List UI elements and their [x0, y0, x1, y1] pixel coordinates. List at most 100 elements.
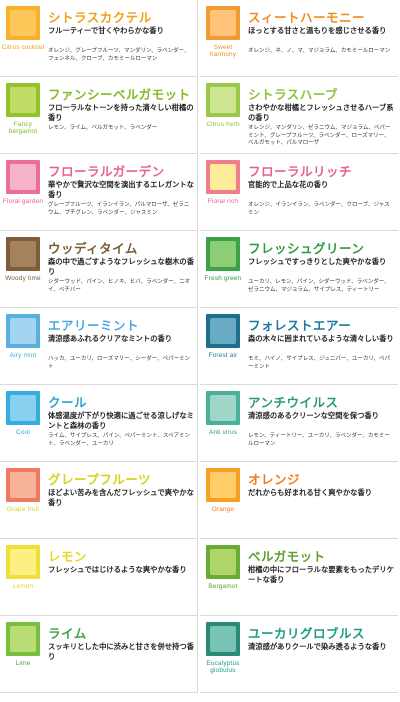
aroma-japanese-name: フレッシュグリーン [248, 241, 365, 256]
aroma-thumbnail-image [10, 87, 36, 113]
aroma-japanese-name: ライム [48, 626, 87, 641]
aroma-thumbnail-image [10, 164, 36, 190]
aroma-description: 森の木々に囲まれているような清々しい香り [248, 334, 394, 343]
aroma-ingredients: オレンジ、マンダリン、ゼラニウム、マジョラム、ペパーミント、グレープフルーツ、ラ… [248, 125, 391, 146]
aroma-description: 森の中で過ごすようなフレッシュな樹木の香り [48, 257, 195, 276]
aroma-description: 柑橘の中にフローラルな要素をもったデリケートな香り [248, 565, 394, 584]
aroma-english-name: Citrus cocktail [1, 44, 45, 51]
aroma-thumbnail-image [210, 626, 236, 652]
aroma-thumbnail [6, 160, 40, 194]
aroma-thumbnail-image [210, 472, 236, 498]
aroma-thumbnail-image [10, 549, 36, 575]
aroma-japanese-name: フローラルガーデン [48, 164, 165, 179]
aroma-japanese-name: クール [48, 395, 88, 410]
aroma-english-name: Airy mint [9, 352, 37, 359]
aroma-description: フレッシュではじけるような爽やかな香り [48, 565, 187, 574]
aroma-catalog: Citrus cocktail シトラスカクテル フルーティーで甘くやわらかな香りオ… [0, 0, 400, 702]
aroma-thumbnail-image [210, 318, 236, 344]
aroma-item: Anti virus アンチウイルス 清涼感のあるクリーンな空間を保つ香り レモン、テ… [200, 385, 398, 462]
aroma-thumbnail [206, 314, 240, 348]
aroma-thumbnail [206, 468, 240, 502]
aroma-japanese-name: ベルガモット [248, 549, 326, 564]
aroma-thumbnail-image [210, 395, 236, 421]
aroma-item: Floral garden フローラルガーデン 華やかで贅沢な空間を演出するエレガン… [0, 154, 198, 231]
aroma-description: ほっとする甘さと温もりを感じさせる香り [248, 26, 387, 35]
aroma-english-name: Bergamot [208, 583, 238, 590]
aroma-thumbnail-image [210, 10, 236, 36]
left-column: Citrus cocktail シトラスカクテル フルーティーで甘くやわらかな香りオ… [0, 0, 200, 693]
aroma-ingredients: オレンジ、イランイラン、ラベンダー、クローブ、ジャスミン [248, 202, 390, 216]
aroma-english-name: Cool [16, 429, 30, 436]
aroma-description: さわやかな柑橘とフレッシュさせるハーブ系の香り [248, 103, 394, 122]
aroma-japanese-name: スィートハーモニー [248, 10, 366, 25]
aroma-japanese-name: フローラルリッチ [248, 164, 353, 179]
aroma-description: スッキリとした中に渋みと甘さを併せ持つ香り [48, 642, 194, 661]
aroma-english-name: Lemon [12, 583, 34, 590]
aroma-description: フルーティーで甘くやわらかな香り [48, 26, 164, 35]
aroma-description: フローラルなトーンを持った清々しい柑橘の香り [48, 103, 194, 122]
aroma-thumbnail-image [210, 164, 236, 190]
aroma-ingredients: ライム、サイプレス、パイン、ペパーミント、スペアミント、ラベンダー、ユーカリ [48, 433, 190, 447]
aroma-item: Fancy bergamot ファンシーベルガモット フローラルなトーンを持った清々… [0, 77, 198, 154]
aroma-thumbnail [6, 237, 40, 271]
aroma-thumbnail [6, 622, 40, 656]
aroma-thumbnail-image [10, 472, 36, 498]
aroma-description: だれからも好まれる甘く爽やかな香り [248, 488, 373, 497]
aroma-item: Citrus herb シトラスハーブ さわやかな柑橘とフレッシュさせるハーブ系の香… [200, 77, 398, 154]
aroma-ingredients: オレンジ、ネ、ノ、マ、マジョラム、カモミールローマン [248, 48, 391, 54]
aroma-japanese-name: ファンシーベルガモット [48, 87, 191, 102]
aroma-thumbnail [6, 314, 40, 348]
aroma-item: Airy mint エアリーミント 清涼感あふれるクリアなミントの香り ハッカ、ユーカ… [0, 308, 198, 385]
aroma-item: Floral rich フローラルリッチ 官能的で上品な花の香りオレンジ、イランイラ… [200, 154, 398, 231]
right-column: Sweet harmony スィートハーモニー ほっとする甘さと温もりを感じさせる香… [200, 0, 400, 693]
aroma-description: 官能的で上品な花の香り [248, 180, 329, 189]
aroma-thumbnail-image [10, 395, 36, 421]
aroma-ingredients: グレープフルーツ、イランイラン、パルマローザ、ゼラニウム、プチグレン、ラベンダー… [48, 202, 190, 216]
aroma-thumbnail-image [210, 549, 236, 575]
aroma-thumbnail [206, 6, 240, 40]
aroma-description: 清涼感のあるクリーンな空間を保つ香り [248, 411, 379, 420]
aroma-thumbnail-image [10, 318, 36, 344]
aroma-item: Fresh green フレッシュグリーン フレッシュですっきりとした爽やかな香りユ… [200, 231, 398, 308]
aroma-item: Eucalyptus globulus ユーカリグロブルス 清涼感がありクールで染み… [200, 616, 398, 693]
aroma-description: 体感温度が下がり快適に過ごせる涼しげなミントと森林の香り [48, 411, 194, 430]
aroma-ingredients: レモン、ライム、ベルガモット、ラベンダー [48, 125, 158, 131]
aroma-japanese-name: フォレストエアー [248, 318, 352, 333]
aroma-item: Grape fruit グレープフルーツ ほどよい苦みを含んだフレッシュで爽やかな香… [0, 462, 198, 539]
aroma-japanese-name: ユーカリグロブルス [248, 626, 366, 641]
aroma-ingredients: シダーウッド、パイン、ヒノキ、ヒバ、ラベンダー、ニオイ、ベチバー [48, 279, 191, 293]
aroma-thumbnail-image [10, 241, 36, 267]
aroma-japanese-name: グレープフルーツ [48, 472, 152, 487]
aroma-english-name: Citrus herb [206, 121, 240, 128]
aroma-thumbnail-image [210, 87, 236, 113]
aroma-item: Cool クール 体感温度が下がり快適に過ごせる涼しげなミントと森林の香りライム、サ… [0, 385, 198, 462]
aroma-japanese-name: シトラスカクテル [48, 10, 152, 25]
aroma-japanese-name: エアリーミント [48, 318, 140, 333]
aroma-english-name: Floral rich [207, 198, 239, 205]
aroma-japanese-name: シトラスハーブ [248, 87, 339, 102]
aroma-english-name: Grape fruit [6, 506, 40, 513]
aroma-item: Lemon レモン フレッシュではじけるような爽やかな香り [0, 539, 198, 616]
aroma-item: Orange オレンジ だれからも好まれる甘く爽やかな香り [200, 462, 398, 539]
aroma-thumbnail-image [10, 10, 36, 36]
aroma-english-name: Floral garden [2, 198, 44, 205]
aroma-item: Woody time ウッディタイム 森の中で過ごすようなフレッシュな樹木の香り シダ… [0, 231, 198, 308]
aroma-item: Citrus cocktail シトラスカクテル フルーティーで甘くやわらかな香りオ… [0, 0, 198, 77]
aroma-japanese-name: アンチウイルス [248, 395, 339, 410]
aroma-item: Forest air フォレストエアー 森の木々に囲まれているような清々しい香りモミ… [200, 308, 398, 385]
aroma-ingredients: オレンジ、グレープフルーツ、マンダリン、ラベンダー、フェンネル、クローブ、カモミ… [48, 48, 190, 62]
aroma-japanese-name: オレンジ [248, 472, 301, 487]
aroma-thumbnail [6, 83, 40, 117]
aroma-english-name: Fancy bergamot [8, 121, 38, 136]
aroma-ingredients: ユーカリ、レモン、パイン、シダーウッド、ラベンダー、ゼラニウム、マジョラム、サイ… [248, 279, 390, 293]
aroma-english-name: Orange [211, 506, 235, 513]
aroma-item: Lime ライム スッキリとした中に渋みと甘さを併せ持つ香り [0, 616, 198, 693]
aroma-description: 清涼感あふれるクリアなミントの香り [48, 334, 173, 343]
aroma-english-name: Forest air [208, 352, 238, 359]
aroma-thumbnail-image [210, 241, 236, 267]
aroma-english-name: Sweet harmony [209, 44, 237, 59]
aroma-thumbnail [206, 237, 240, 271]
aroma-ingredients: モミ、ハイノ、サイプレス、ジュニパー、ユーカリ、ペパーミント [248, 356, 391, 370]
aroma-description: ほどよい苦みを含んだフレッシュで爽やかな香り [48, 488, 194, 507]
aroma-japanese-name: ウッディタイム [48, 241, 138, 256]
